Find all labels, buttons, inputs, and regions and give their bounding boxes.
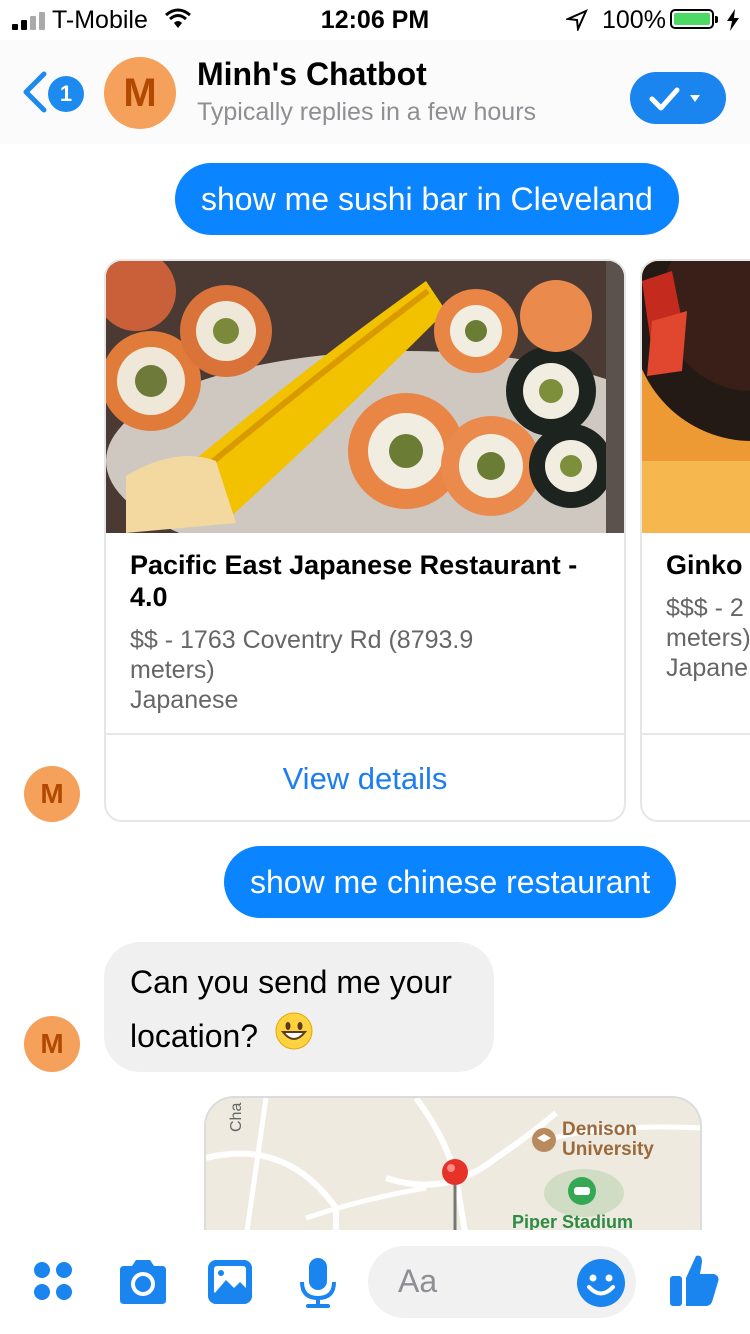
card-distance: meters) xyxy=(130,656,215,684)
unread-badge[interactable]: 1 xyxy=(48,76,84,112)
card-rating: 4.0 xyxy=(130,582,168,612)
sender-avatar[interactable]: M xyxy=(24,1016,80,1072)
place-name: University xyxy=(562,1139,654,1160)
charging-bolt-icon xyxy=(727,9,739,31)
card-distance: meters) xyxy=(666,624,750,652)
card-title: Ginko xyxy=(666,550,743,580)
chat-subtitle: Typically replies in a few hours xyxy=(197,98,537,126)
battery-percent: 100% xyxy=(602,6,666,34)
grinning-emoji-icon xyxy=(275,1012,313,1066)
restaurant-card[interactable]: Pacific East Japanese Restaurant - 4.0 $… xyxy=(104,259,626,822)
card-divider xyxy=(642,733,750,735)
card-cuisine: Japanese xyxy=(130,686,239,714)
sushi-photo[interactable] xyxy=(106,261,624,533)
card-cuisine: Japane xyxy=(666,654,749,682)
outgoing-message[interactable]: show me sushi bar in Cleveland xyxy=(175,163,679,235)
chat-title[interactable]: Minh's Chatbot xyxy=(197,56,427,93)
card-title-line: Pacific East Japanese Restaurant - xyxy=(130,550,578,580)
map-place-label: Denison University xyxy=(562,1120,654,1160)
photo-gallery-icon[interactable] xyxy=(206,1258,254,1306)
message-text: Can you send me your xyxy=(130,964,452,1000)
place-name: Denison xyxy=(562,1119,637,1140)
status-bar: T-Mobile 12:06 PM 100% xyxy=(0,0,750,40)
card-title: Pacific East Japanese Restaurant - 4.0 xyxy=(130,549,600,613)
message-text: location? xyxy=(130,1018,259,1054)
incoming-message[interactable]: Can you send me your location? xyxy=(104,942,494,1072)
card-subtitle: $$$ - 2 meters) Japane xyxy=(666,593,750,683)
location-arrow-icon xyxy=(566,9,588,31)
emoji-icon[interactable] xyxy=(576,1258,626,1308)
food-photo[interactable] xyxy=(642,261,750,533)
thumbs-up-icon[interactable] xyxy=(668,1252,720,1308)
card-price-address: $$$ - 2 xyxy=(666,594,744,622)
avatar[interactable]: M xyxy=(104,57,176,129)
card-price-address: $$ - 1763 Coventry Rd (8793.9 xyxy=(130,626,474,654)
message-input-placeholder: Aa xyxy=(398,1263,438,1299)
apps-grid-icon[interactable] xyxy=(32,1260,76,1304)
checkmark-icon xyxy=(649,87,700,111)
outgoing-message[interactable]: show me chinese restaurant xyxy=(224,846,677,918)
microphone-icon[interactable] xyxy=(296,1256,340,1310)
sender-avatar[interactable]: M xyxy=(24,766,80,822)
battery-icon xyxy=(670,9,718,29)
checkmark-dropdown-button[interactable] xyxy=(630,72,726,124)
map-road-label: Cha xyxy=(228,1102,245,1132)
card-subtitle: $$ - 1763 Coventry Rd (8793.9 meters) Ja… xyxy=(130,625,604,715)
conversation-header: 1 M Minh's Chatbot Typically replies in … xyxy=(0,40,750,144)
restaurant-card[interactable]: Ginko $$$ - 2 meters) Japane xyxy=(640,259,750,822)
location-map[interactable]: Cha Denison University Piper Stadium xyxy=(204,1096,702,1236)
view-details-button[interactable]: View details xyxy=(106,735,624,820)
camera-icon[interactable] xyxy=(116,1258,170,1306)
message-composer: Aa xyxy=(0,1230,750,1334)
